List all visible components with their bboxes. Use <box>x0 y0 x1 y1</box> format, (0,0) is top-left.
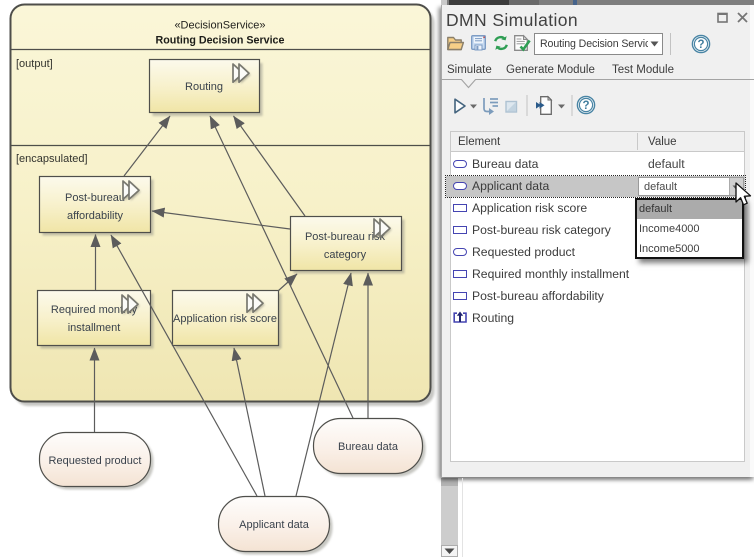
svg-text:Requested product: Requested product <box>49 455 142 467</box>
svg-text:Post-bureau: Post-bureau <box>65 192 125 204</box>
svg-text:affordability: affordability <box>67 210 124 222</box>
svg-text:[encapsulated]: [encapsulated] <box>16 153 88 165</box>
svg-text:Applicant data: Applicant data <box>239 519 310 531</box>
svg-text:installment: installment <box>68 322 121 334</box>
svg-text:?: ? <box>697 39 704 51</box>
svg-text:Bureau data: Bureau data <box>338 441 399 453</box>
svg-text:category: category <box>324 249 367 261</box>
svg-text:Routing: Routing <box>185 81 223 93</box>
svg-text:«DecisionService»: «DecisionService» <box>174 20 265 32</box>
svg-text:Application risk score: Application risk score <box>173 313 277 325</box>
svg-text:Routing Decision Service: Routing Decision Service <box>156 35 285 47</box>
svg-text:?: ? <box>582 100 589 112</box>
svg-text:[output]: [output] <box>16 58 53 70</box>
